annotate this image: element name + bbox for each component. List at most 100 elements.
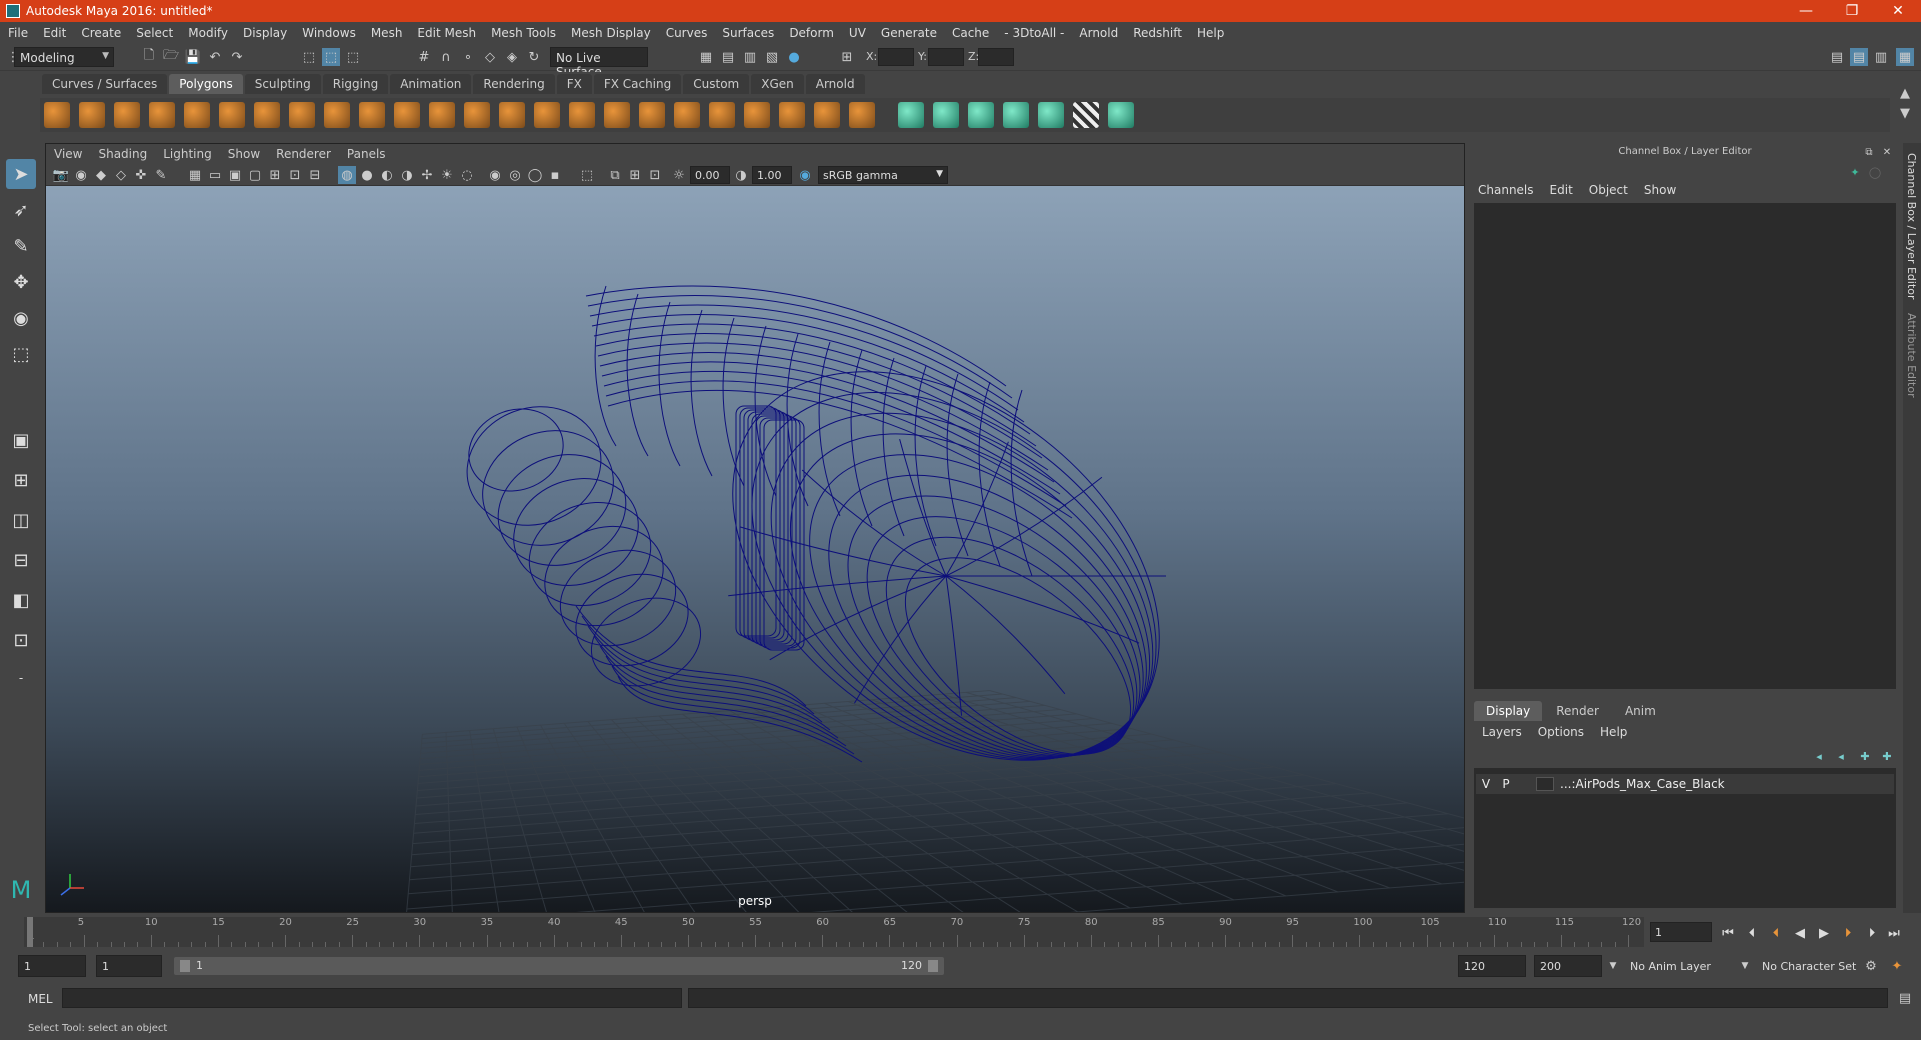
tab-rendering[interactable]: Rendering [473, 74, 555, 94]
shelf-tool-icon[interactable] [744, 102, 770, 128]
menu-redshift[interactable]: Redshift [1133, 26, 1182, 40]
go-to-end-icon[interactable]: ⏭ [1884, 923, 1904, 943]
anti-aliasing-icon[interactable]: ◯ [526, 166, 544, 184]
menu-mesh-tools[interactable]: Mesh Tools [491, 26, 556, 40]
select-hierarchy-icon[interactable]: ⬚ [300, 48, 318, 66]
vp-menu-renderer[interactable]: Renderer [276, 147, 331, 161]
chevron-down-icon[interactable]: ▼ [1604, 957, 1622, 975]
single-perspective-layout-icon[interactable]: ▣ [6, 425, 36, 455]
shelf-tool-icon[interactable] [709, 102, 735, 128]
tab-custom[interactable]: Custom [683, 74, 750, 94]
select-tool-icon[interactable]: ➤ [6, 159, 36, 189]
shelf-tool-icon[interactable] [254, 102, 280, 128]
script-editor-icon[interactable]: ▤ [1896, 989, 1914, 1007]
shelf-tool-icon[interactable] [359, 102, 385, 128]
shelf-tool-icon[interactable] [149, 102, 175, 128]
animation-start-field[interactable]: 1 [18, 955, 86, 977]
camera-lock-icon[interactable]: ✜ [132, 166, 150, 184]
undo-icon[interactable]: ↶ [206, 48, 224, 66]
tab-arnold[interactable]: Arnold [805, 74, 865, 94]
modeling-toolkit-icon[interactable]: ▤ [1828, 48, 1846, 66]
shelf-tool-icon[interactable] [534, 102, 560, 128]
shelf-tool-icon[interactable] [79, 102, 105, 128]
vp-menu-shading[interactable]: Shading [98, 147, 147, 161]
prev-key-icon[interactable]: ⏴ [1766, 923, 1786, 943]
tab-render[interactable]: Render [1544, 701, 1611, 721]
menu-object[interactable]: Object [1589, 183, 1628, 197]
side-tab-channel-box[interactable]: Channel Box / Layer Editor [1905, 153, 1918, 300]
menu-show[interactable]: Show [1644, 183, 1676, 197]
isolate-select-icon[interactable]: ⬚ [578, 166, 596, 184]
range-end-handle[interactable] [928, 960, 938, 972]
character-set-dropdown[interactable]: No Character Set [1756, 955, 1870, 977]
perspective-viewport[interactable]: persp [46, 186, 1464, 912]
tool-settings-icon[interactable]: ▥ [1872, 48, 1890, 66]
go-to-start-icon[interactable]: ⏮ [1718, 923, 1738, 943]
save-scene-icon[interactable]: 💾 [184, 48, 202, 66]
grid-toggle-icon[interactable]: ▦ [186, 166, 204, 184]
vp-menu-panels[interactable]: Panels [347, 147, 386, 161]
command-language-label[interactable]: MEL [28, 992, 53, 1006]
auto-key-icon[interactable]: ⚙ [1862, 957, 1880, 975]
shelf-tool-icon[interactable] [44, 102, 70, 128]
layer-row[interactable]: V P ...:AirPods_Max_Case_Black [1476, 774, 1894, 794]
play-forward-icon[interactable]: ▶ [1814, 923, 1834, 943]
shelf-tool-icon[interactable] [394, 102, 420, 128]
field-chart-icon[interactable]: ⊞ [266, 166, 284, 184]
gate-mask-icon[interactable]: ▢ [246, 166, 264, 184]
menu-cache[interactable]: Cache [952, 26, 989, 40]
snap-view-icon[interactable]: ◇ [481, 48, 499, 66]
side-tab-attribute-editor[interactable]: Attribute Editor [1905, 313, 1918, 398]
frame-selected-icon[interactable]: ⊡ [646, 166, 664, 184]
bookmark-icon[interactable]: ◆ [92, 166, 110, 184]
snap-point-icon[interactable]: ∘ [459, 48, 477, 66]
depth-of-field-icon[interactable]: ▪ [546, 166, 564, 184]
shelf-scroll-down-icon[interactable]: ▼ [1896, 104, 1914, 122]
step-back-icon[interactable]: ⏴ [1742, 923, 1762, 943]
menu-options[interactable]: Options [1538, 725, 1584, 739]
persp-hypershade-layout-icon[interactable]: ⊡ [6, 625, 36, 655]
layer-color-swatch[interactable] [1536, 777, 1554, 791]
shelf-tool-icon[interactable] [639, 102, 665, 128]
channel-sync-icon[interactable]: ✦ [1846, 163, 1864, 181]
gamma-icon[interactable]: ◑ [732, 166, 750, 184]
tab-fx-caching[interactable]: FX Caching [593, 74, 682, 94]
sidebar-toggle-icon[interactable]: ⊞ [838, 48, 856, 66]
shelf-tool-icon[interactable] [898, 102, 924, 128]
anim-layer-dropdown[interactable]: No Anim Layer [1624, 955, 1738, 977]
lasso-tool-icon[interactable]: ➶ [6, 195, 36, 225]
menu-edit-mesh[interactable]: Edit Mesh [417, 26, 476, 40]
tab-animation[interactable]: Animation [390, 74, 472, 94]
render-settings-icon[interactable]: ▧ [763, 48, 781, 66]
close-icon[interactable]: ✕ [1878, 143, 1896, 161]
coord-y-field[interactable] [928, 48, 964, 66]
four-view-layout-icon[interactable]: ⊞ [6, 465, 36, 495]
snap-surface-icon[interactable]: ◈ [503, 48, 521, 66]
render-current-icon[interactable]: ▤ [719, 48, 737, 66]
shelf-tool-icon[interactable] [849, 102, 875, 128]
shelf-tool-icon[interactable] [674, 102, 700, 128]
menu-surfaces[interactable]: Surfaces [722, 26, 774, 40]
shelf-tool-icon[interactable] [324, 102, 350, 128]
channel-box-area[interactable] [1474, 203, 1896, 689]
playback-end-field[interactable]: 120 [1458, 955, 1526, 977]
shelf-tool-icon[interactable] [569, 102, 595, 128]
tab-sculpting[interactable]: Sculpting [244, 74, 321, 94]
menu-arnold[interactable]: Arnold [1079, 26, 1118, 40]
attribute-editor-toggle-icon[interactable]: ▤ [1850, 48, 1868, 66]
channel-box-toggle-icon[interactable]: ▦ [1896, 48, 1914, 66]
select-component-icon[interactable]: ⬚ [344, 48, 362, 66]
ipr-render-icon[interactable]: ▥ [741, 48, 759, 66]
animation-prefs-icon[interactable]: ✦ [1888, 957, 1906, 975]
play-backward-icon[interactable]: ◀ [1790, 923, 1810, 943]
paint-select-tool-icon[interactable]: ✎ [6, 231, 36, 261]
snap-live-icon[interactable]: ↻ [525, 48, 543, 66]
command-input[interactable] [62, 988, 682, 1008]
scale-tool-icon[interactable]: ⬚ [6, 339, 36, 369]
persp-outliner-layout-icon[interactable]: ◫ [6, 505, 36, 535]
new-scene-icon[interactable]: 🗋 [140, 48, 158, 66]
move-layer-down-icon[interactable]: ◂ [1832, 747, 1850, 765]
tab-display[interactable]: Display [1474, 701, 1543, 721]
vp-menu-show[interactable]: Show [228, 147, 260, 161]
wireframe-icon[interactable]: ◍ [338, 166, 356, 184]
